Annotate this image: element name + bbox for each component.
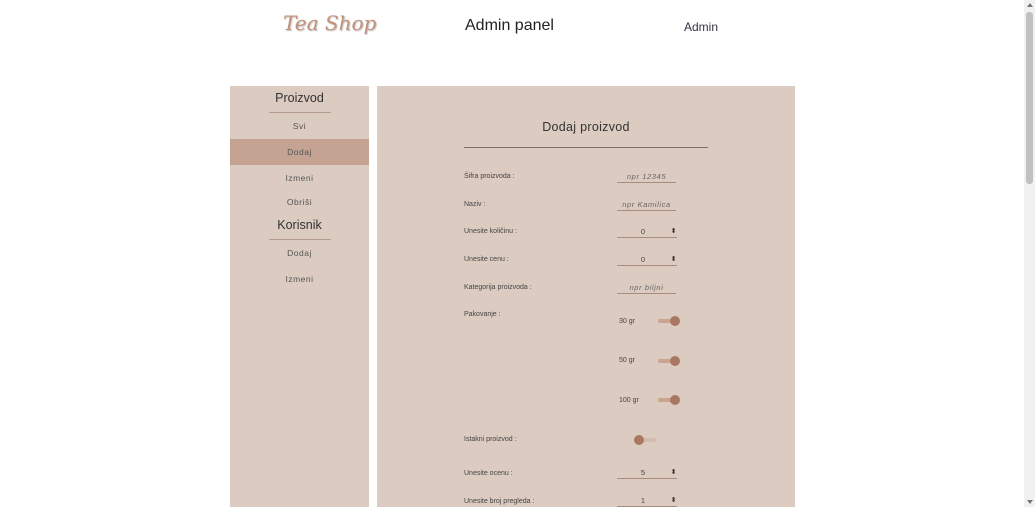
istaknut-label: Istakni proizvod : bbox=[464, 436, 517, 443]
spinner-icon[interactable]: ⬍ bbox=[670, 497, 677, 504]
spinner-icon[interactable]: ⬍ bbox=[670, 469, 677, 476]
scroll-down-icon[interactable] bbox=[1027, 500, 1033, 504]
sidebar-item-dodaj-proizvod[interactable]: Dodaj bbox=[230, 139, 369, 165]
ocena-stepper[interactable]: 5 ⬍ bbox=[617, 468, 677, 479]
scrollbar-thumb[interactable] bbox=[1026, 12, 1033, 184]
sidebar-item-svi[interactable]: Svi bbox=[230, 113, 369, 139]
kategorija-label: Kategorija proizvoda : bbox=[464, 284, 532, 291]
add-product-form: Dodaj proizvod Šifra proizvoda : npr 123… bbox=[377, 86, 795, 507]
cena-label: Unesite cenu : bbox=[464, 256, 509, 263]
form-title: Dodaj proizvod bbox=[542, 120, 630, 134]
pakovanje-50-toggle[interactable] bbox=[656, 355, 680, 367]
kolicina-value: 0 bbox=[640, 227, 646, 236]
pakovanje-label: Pakovanje : bbox=[464, 311, 501, 318]
sidebar: Proizvod Svi Dodaj Izmeni Obriši Korisni… bbox=[230, 86, 369, 507]
pregledi-label: Unesite broj pregleda : bbox=[464, 498, 535, 505]
pakovanje-100-toggle[interactable] bbox=[656, 394, 680, 406]
toggle-knob bbox=[670, 395, 680, 405]
naziv-input[interactable]: npr Kamilica bbox=[617, 200, 676, 211]
form-divider bbox=[464, 147, 708, 148]
pregledi-value: 1 bbox=[640, 496, 646, 505]
page-title: Admin panel bbox=[465, 17, 554, 34]
pakovanje-100-label: 100 gr bbox=[619, 397, 639, 404]
kolicina-stepper[interactable]: 0 ⬍ bbox=[617, 227, 677, 238]
ocena-value: 5 bbox=[640, 468, 646, 477]
ocena-label: Unesite ocenu : bbox=[464, 470, 513, 477]
spinner-icon[interactable]: ⬍ bbox=[670, 228, 677, 235]
pakovanje-50-label: 50 gr bbox=[619, 357, 635, 364]
sidebar-heading-proizvod: Proizvod bbox=[275, 91, 324, 105]
pakovanje-30-label: 30 gr bbox=[619, 318, 635, 325]
kolicina-label: Unesite količinu : bbox=[464, 228, 517, 235]
admin-user-link[interactable]: Admin bbox=[684, 20, 718, 34]
toggle-knob bbox=[670, 356, 680, 366]
cena-stepper[interactable]: 0 ⬍ bbox=[617, 255, 677, 266]
toggle-knob bbox=[634, 435, 644, 445]
naziv-label: Naziv : bbox=[464, 201, 486, 208]
kategorija-input[interactable]: npr biljni bbox=[617, 283, 676, 294]
sidebar-item-obrisi[interactable]: Obriši bbox=[230, 191, 369, 213]
sidebar-item-dodaj-korisnik[interactable]: Dodaj bbox=[230, 240, 369, 266]
sidebar-heading-korisnik: Korisnik bbox=[277, 218, 322, 232]
sifra-label: Šifra proizvoda : bbox=[464, 173, 515, 180]
sidebar-item-izmeni-proizvod[interactable]: Izmeni bbox=[230, 165, 369, 191]
sifra-input[interactable]: npr 12345 bbox=[617, 172, 676, 183]
cena-value: 0 bbox=[640, 255, 646, 264]
istaknut-toggle[interactable] bbox=[634, 434, 658, 446]
sidebar-item-izmeni-korisnik[interactable]: Izmeni bbox=[230, 266, 369, 292]
scroll-up-icon[interactable] bbox=[1027, 3, 1033, 7]
brand-logo[interactable]: Tea Shop bbox=[283, 11, 376, 35]
toggle-knob bbox=[670, 316, 680, 326]
pakovanje-30-toggle[interactable] bbox=[656, 315, 680, 327]
page-scrollbar[interactable] bbox=[1024, 0, 1035, 507]
pregledi-stepper[interactable]: 1 ⬍ bbox=[617, 496, 677, 507]
spinner-icon[interactable]: ⬍ bbox=[670, 256, 677, 263]
